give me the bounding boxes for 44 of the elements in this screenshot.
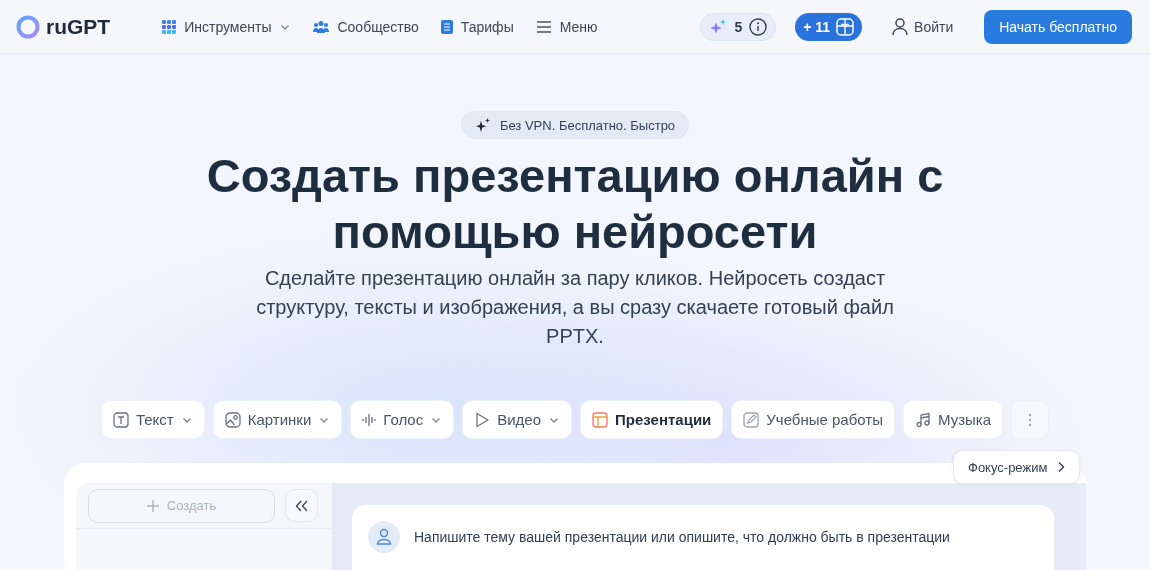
login-button[interactable]: Войти [886, 16, 960, 37]
bonus-button[interactable]: + 11 [795, 12, 863, 41]
user-icon [892, 17, 909, 36]
nav-item[interactable]: Сообщество [313, 18, 419, 35]
prompt-text: Напишите тему вашей презентации или опишите, что должно быть в презентации [414, 529, 950, 545]
sparkle-icon [474, 117, 491, 133]
feature-badge: Без VPN. Бесплатно. Быстро [460, 111, 690, 139]
sound-wave-icon [362, 412, 377, 427]
tool-tab[interactable]: Голос [350, 400, 455, 439]
more-dots-icon [1028, 412, 1033, 427]
nav-item[interactable]: Меню [535, 18, 598, 35]
focus-mode-button[interactable]: Фокус-режим [953, 450, 1081, 484]
page-subtitle: Сделайте презентацию онлайн за пару кликов. Нейросеть создаст структуру, тексты и изображения, а вы сразу скачаете готовый файл PPTX. [255, 266, 895, 349]
collapse-button[interactable] [285, 489, 318, 522]
chevron-right-icon [1057, 461, 1066, 473]
nav-item[interactable]: Тарифы [440, 18, 514, 35]
tool-tab[interactable]: Презентации [580, 400, 724, 439]
tool-tab[interactable]: Музыка [902, 400, 1004, 439]
image-icon [224, 411, 241, 428]
ring-logo-icon [16, 14, 40, 39]
tool-tab[interactable]: Учебные работы [731, 400, 895, 439]
presentation-icon [592, 411, 609, 428]
plus-icon [146, 499, 159, 512]
credits-counter[interactable]: 5 [700, 12, 777, 41]
document-icon [440, 19, 453, 34]
tool-tab[interactable]: Видео [462, 400, 573, 439]
sparkle-icon [709, 17, 728, 36]
tool-tab[interactable]: Картинки [212, 400, 343, 439]
double-chevron-left-icon [294, 499, 309, 512]
nav-item[interactable]: Инструменты [162, 18, 292, 35]
avatar-icon [368, 521, 400, 553]
gift-icon [836, 17, 855, 36]
play-icon [474, 411, 491, 428]
menu-icon [535, 20, 552, 33]
info-icon [749, 17, 768, 36]
start-free-button[interactable]: Начать бесплатно [984, 9, 1132, 44]
people-icon [313, 19, 330, 34]
page-title: Создать презентацию онлайн с помощью нейросети [205, 148, 945, 260]
text-icon [112, 411, 129, 428]
grid-icon [162, 19, 177, 34]
tool-tab[interactable]: Текст [100, 400, 205, 439]
logo-text[interactable]: ruGPT [46, 14, 111, 39]
edit-note-icon [743, 411, 760, 428]
music-note-icon [914, 411, 931, 428]
